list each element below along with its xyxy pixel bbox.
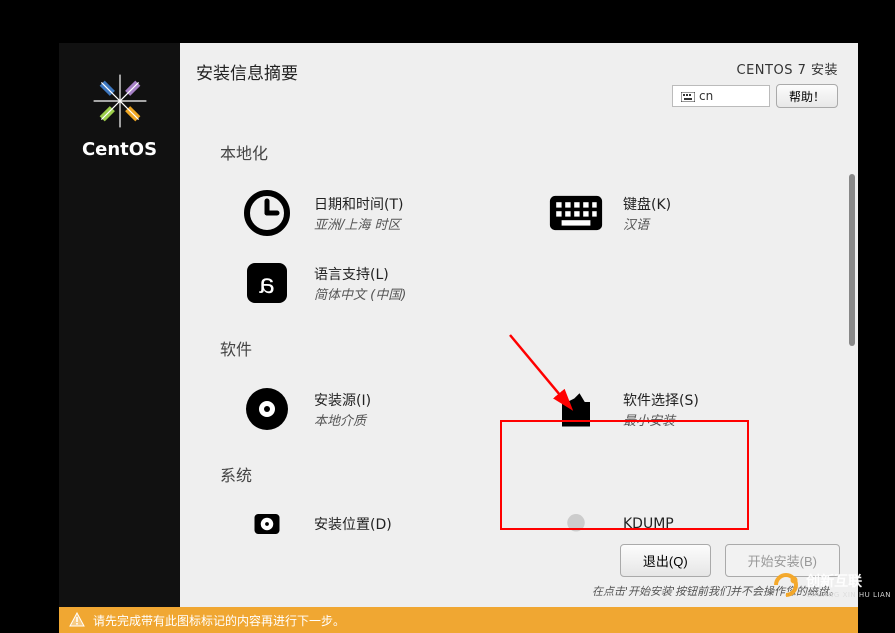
spoke-install-source-title: 安装源(I) [314, 390, 371, 410]
warning-bar[interactable]: 请先完成带有此图标标记的内容再进行下一步。 [59, 607, 858, 633]
summary-body: 本地化 日期和时间(T) 亚洲/上海 时区 [180, 116, 858, 538]
spoke-install-destination[interactable]: 安装位置(D) [228, 500, 529, 538]
watermark-sub: CHUANG XIN HU LIAN [806, 591, 891, 599]
spoke-language-title: 语言支持(L) [314, 264, 406, 284]
spoke-kdump[interactable]: KDUMP [537, 500, 838, 538]
footer: 退出(Q) 开始安装(B) 在点击'开始安装'按钮前我们并不会操作您的磁盘。 [180, 538, 858, 607]
spoke-datetime-sub: 亚洲/上海 时区 [314, 214, 403, 233]
spoke-software-selection-title: 软件选择(S) [623, 390, 699, 410]
warning-icon [69, 612, 85, 628]
spoke-software-selection[interactable]: 软件选择(S) 最小安装 [537, 374, 838, 444]
kdump-icon [549, 508, 603, 538]
spoke-language[interactable]: a 语言支持(L) 简体中文 (中国) [228, 248, 529, 318]
spoke-keyboard-sub: 汉语 [623, 214, 671, 233]
clock-icon [240, 186, 294, 240]
spoke-kdump-title: KDUMP [623, 516, 674, 532]
sidebar-brand-label: CentOS [82, 139, 157, 160]
watermark-brand: 创新互联 [806, 571, 891, 591]
spoke-keyboard[interactable]: 键盘(K) 汉语 [537, 178, 838, 248]
distro-title: CENTOS 7 安装 [672, 59, 838, 78]
spoke-language-sub: 简体中文 (中国) [314, 284, 406, 303]
svg-text:a: a [259, 268, 275, 299]
spoke-datetime[interactable]: 日期和时间(T) 亚洲/上海 时区 [228, 178, 529, 248]
spoke-install-source-sub: 本地介质 [314, 410, 371, 429]
page-title: 安装信息摘要 [196, 59, 298, 108]
quit-button[interactable]: 退出(Q) [620, 544, 711, 577]
package-icon [549, 382, 603, 436]
keyboard-layout-indicator[interactable]: cn [672, 85, 770, 107]
header: 安装信息摘要 CENTOS 7 安装 cn 帮助！ [180, 43, 858, 116]
sidebar: CentOS [59, 43, 180, 607]
keyboard-mini-icon [681, 91, 695, 101]
centos-logo-icon [90, 71, 150, 135]
main-panel: 安装信息摘要 CENTOS 7 安装 cn 帮助！ [180, 43, 858, 607]
spoke-datetime-title: 日期和时间(T) [314, 194, 403, 214]
scrollbar-thumb[interactable] [849, 174, 855, 346]
category-title-system: 系统 [220, 462, 838, 486]
disk-icon [240, 508, 294, 538]
category-title-localization: 本地化 [220, 140, 838, 164]
spoke-software-selection-sub: 最小安装 [623, 410, 699, 429]
watermark-logo-icon [772, 572, 802, 598]
warning-text: 请先完成带有此图标标记的内容再进行下一步。 [93, 612, 345, 629]
keyboard-lang-label: cn [699, 89, 713, 103]
category-title-software: 软件 [220, 336, 838, 360]
scrollbar[interactable] [849, 174, 855, 434]
keyboard-icon [549, 186, 603, 240]
watermark: 创新互联 CHUANG XIN HU LIAN [772, 571, 891, 599]
spoke-install-destination-title: 安装位置(D) [314, 514, 392, 534]
spoke-keyboard-title: 键盘(K) [623, 194, 671, 214]
language-icon: a [240, 256, 294, 310]
spoke-install-source[interactable]: 安装源(I) 本地介质 [228, 374, 529, 444]
disc-icon [240, 382, 294, 436]
help-button[interactable]: 帮助！ [776, 84, 838, 108]
footer-note: 在点击'开始安装'按钮前我们并不会操作您的磁盘。 [198, 583, 840, 599]
